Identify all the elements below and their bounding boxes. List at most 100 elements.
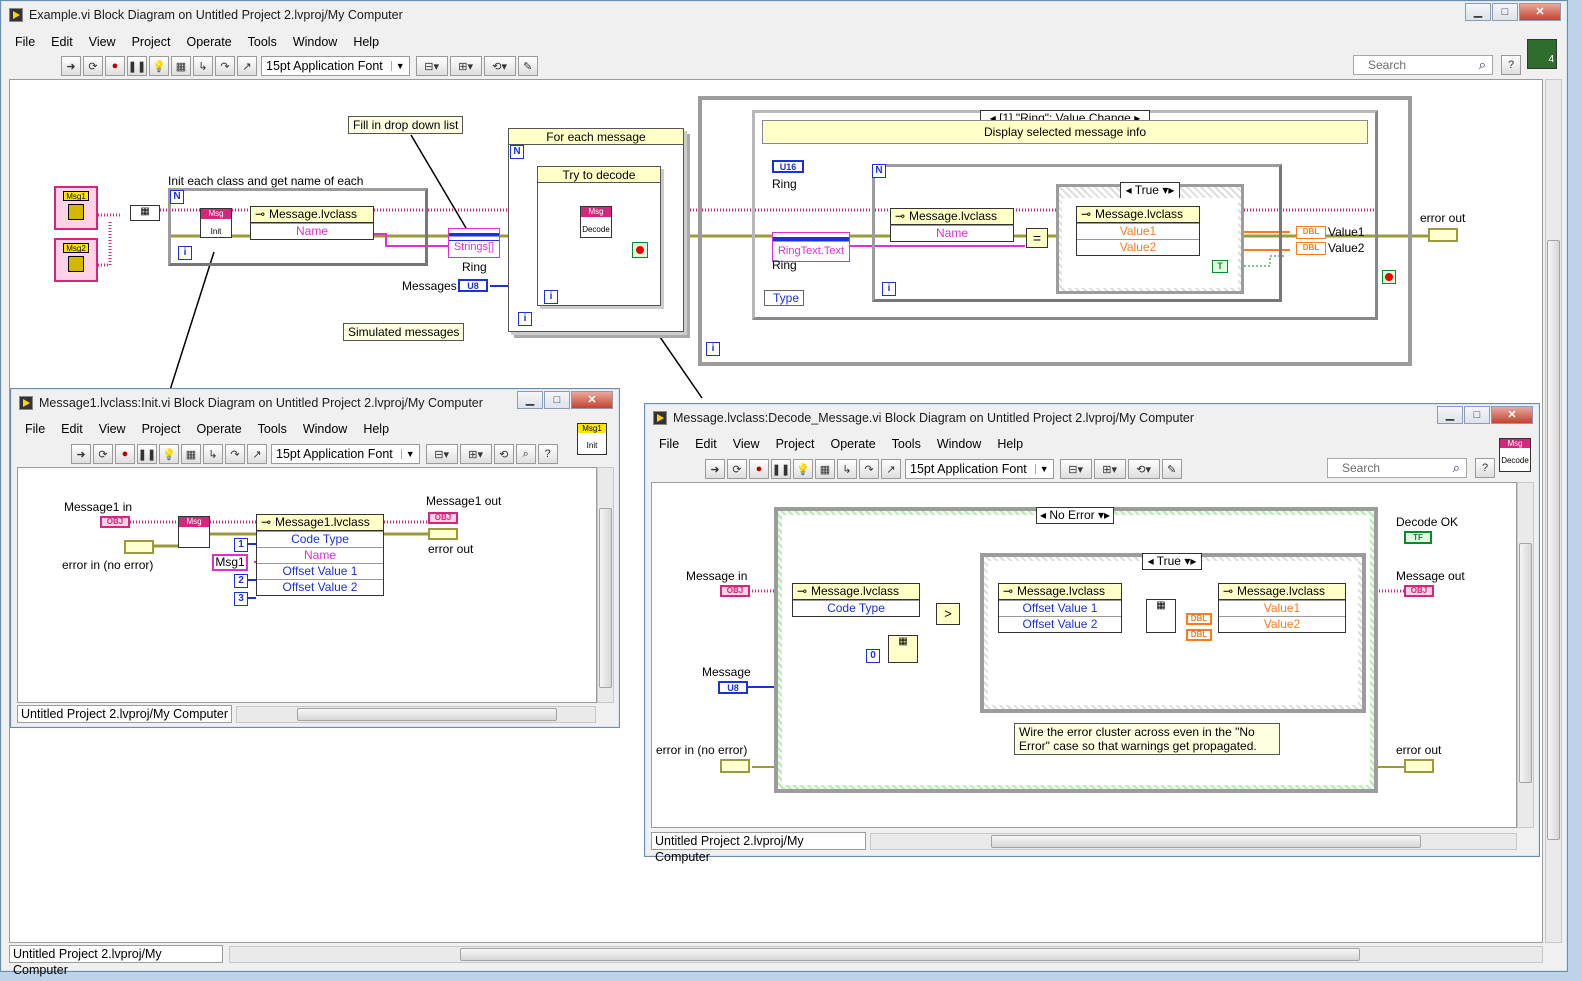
minimize-button[interactable]: ▁: [517, 391, 543, 409]
pause-icon[interactable]: ❚❚: [771, 459, 791, 479]
maximize-button[interactable]: □: [544, 391, 570, 409]
minimize-button[interactable]: ▁: [1465, 3, 1491, 21]
message-u8-control[interactable]: U8: [718, 681, 748, 694]
main-hscroll[interactable]: [229, 945, 1543, 963]
dbl-convert-1[interactable]: DBL: [1186, 613, 1212, 625]
menu-tools[interactable]: Tools: [884, 437, 929, 451]
step-out-icon[interactable]: ↗: [237, 56, 257, 76]
menu-view[interactable]: View: [725, 437, 768, 451]
help-icon[interactable]: ?: [1501, 55, 1521, 75]
error-out-indicator[interactable]: [1404, 759, 1434, 773]
retain-wire-values-icon[interactable]: ▦: [815, 459, 835, 479]
run-continuously-icon[interactable]: ⟳: [727, 459, 747, 479]
maximize-button[interactable]: □: [1492, 3, 1518, 21]
step-over-icon[interactable]: ↷: [215, 56, 235, 76]
retain-wire-values-icon[interactable]: ▦: [171, 56, 191, 76]
dbl-convert-2[interactable]: DBL: [1186, 629, 1212, 641]
menu-file[interactable]: File: [651, 437, 687, 451]
error-out-indicator[interactable]: [428, 528, 458, 540]
distribute-objects-icon[interactable]: ⊞▾: [1093, 459, 1126, 479]
reorder-icon[interactable]: ⟲▾: [483, 56, 516, 76]
init-hscroll[interactable]: [236, 705, 597, 723]
no-error-case-selector[interactable]: ◂ No Error ▾▸: [1036, 507, 1114, 524]
message-bundle-values[interactable]: Message.lvclass Value1 Value2: [1218, 583, 1346, 633]
run-continuously-icon[interactable]: ⟳: [93, 444, 113, 464]
message-unbundle-code-type[interactable]: Message.lvclass Code Type: [792, 583, 920, 617]
menu-help[interactable]: Help: [345, 35, 387, 49]
init-hscroll-thumb[interactable]: [297, 707, 558, 721]
menu-file[interactable]: File: [7, 35, 43, 49]
close-button[interactable]: ✕: [571, 391, 613, 409]
message-out-indicator[interactable]: OBJ: [1404, 585, 1434, 597]
abort-icon[interactable]: ●: [105, 56, 125, 76]
menu-operate[interactable]: Operate: [178, 35, 239, 49]
close-button[interactable]: ✕: [1491, 406, 1533, 424]
code-type-constant[interactable]: 1: [234, 538, 248, 552]
ring-u16-terminal[interactable]: U16: [772, 160, 804, 173]
init-block-diagram[interactable]: Message1 in OBJ error in (no error) Msg …: [17, 467, 597, 703]
decode-block-diagram[interactable]: ◂ No Error ▾▸ ◂ True ▾▸ Decode OK TF Mes…: [651, 482, 1517, 828]
align-objects-icon[interactable]: ⊟▾: [415, 56, 448, 76]
step-into-icon[interactable]: ↳: [193, 56, 213, 76]
equal-node[interactable]: =: [1026, 228, 1048, 248]
distribute-objects-icon[interactable]: ⊞▾: [449, 56, 482, 76]
main-hscroll-thumb[interactable]: [460, 947, 1361, 961]
messages-u8-control[interactable]: U8: [458, 279, 488, 292]
menu-window[interactable]: Window: [295, 422, 355, 436]
decode-subvi[interactable]: Msg Decode: [580, 206, 612, 238]
init-subvi[interactable]: Msg Init: [200, 208, 232, 238]
align-objects-icon[interactable]: ⊟▾: [425, 444, 458, 464]
decode-vscroll-thumb[interactable]: [1519, 543, 1532, 783]
retain-wire-values-icon[interactable]: ▦: [181, 444, 201, 464]
true-case-selector[interactable]: ◂ True ▾▸: [1120, 182, 1180, 199]
ring-property-node[interactable]: Strings[]: [448, 228, 500, 258]
main-vscroll-thumb[interactable]: [1547, 240, 1560, 840]
run-arrow-icon[interactable]: ➜: [705, 459, 725, 479]
close-button[interactable]: ✕: [1519, 3, 1561, 21]
name-constant[interactable]: Msg1: [212, 554, 248, 571]
distribute-objects-icon[interactable]: ⊞▾: [459, 444, 492, 464]
menu-tools[interactable]: Tools: [250, 422, 295, 436]
run-arrow-icon[interactable]: ➜: [71, 444, 91, 464]
font-selector[interactable]: 15pt Application Font ▼: [261, 56, 410, 76]
menu-window[interactable]: Window: [929, 437, 989, 451]
maximize-button[interactable]: □: [1464, 406, 1490, 424]
menu-project[interactable]: Project: [134, 422, 189, 436]
array-size-node[interactable]: ▦: [888, 635, 918, 663]
message1-bundle[interactable]: Message1.lvclass Code Type Name Offset V…: [256, 514, 384, 596]
step-into-icon[interactable]: ↳: [837, 459, 857, 479]
step-over-icon[interactable]: ↷: [859, 459, 879, 479]
font-selector[interactable]: 15pt Application Font ▼: [905, 459, 1054, 479]
msg2-class-constant[interactable]: Msg2: [54, 238, 98, 282]
decode-ok-indicator[interactable]: TF: [1404, 531, 1432, 544]
menu-operate[interactable]: Operate: [188, 422, 249, 436]
step-out-icon[interactable]: ↗: [881, 459, 901, 479]
run-continuously-icon[interactable]: ⟳: [83, 56, 103, 76]
decode-hscroll-thumb[interactable]: [990, 834, 1421, 848]
message-unbundle-offsets[interactable]: Message.lvclass Offset Value 1 Offset Va…: [998, 583, 1122, 633]
cleanup-diagram-icon[interactable]: ✎: [1161, 459, 1182, 479]
menu-view[interactable]: View: [91, 422, 134, 436]
main-vscroll[interactable]: [1545, 79, 1562, 943]
font-selector[interactable]: 15pt Application Font ▼: [271, 444, 420, 464]
error-out-indicator[interactable]: [1428, 228, 1458, 242]
minimize-button[interactable]: ▁: [1437, 406, 1463, 424]
message-in-control[interactable]: OBJ: [720, 585, 750, 597]
help-icon[interactable]: ?: [1475, 458, 1495, 478]
highlight-execution-icon[interactable]: 💡: [149, 56, 169, 76]
highlight-execution-icon[interactable]: 💡: [159, 444, 179, 464]
menu-help[interactable]: Help: [989, 437, 1031, 451]
menu-file[interactable]: File: [17, 422, 53, 436]
decode-hscroll[interactable]: [869, 832, 1517, 850]
cleanup-diagram-icon[interactable]: ✎: [517, 56, 538, 76]
menu-edit[interactable]: Edit: [53, 422, 91, 436]
init-vscroll-thumb[interactable]: [599, 508, 612, 688]
menu-window[interactable]: Window: [285, 35, 345, 49]
true-case-selector[interactable]: ◂ True ▾▸: [1142, 553, 1202, 570]
reorder-icon[interactable]: ⟲▾: [1127, 459, 1160, 479]
true-constant[interactable]: T: [1212, 260, 1228, 273]
value1-indicator[interactable]: DBL: [1296, 226, 1326, 239]
menu-help[interactable]: Help: [355, 422, 397, 436]
abort-icon[interactable]: ●: [749, 459, 769, 479]
msg1-class-constant[interactable]: Msg1: [54, 186, 98, 230]
